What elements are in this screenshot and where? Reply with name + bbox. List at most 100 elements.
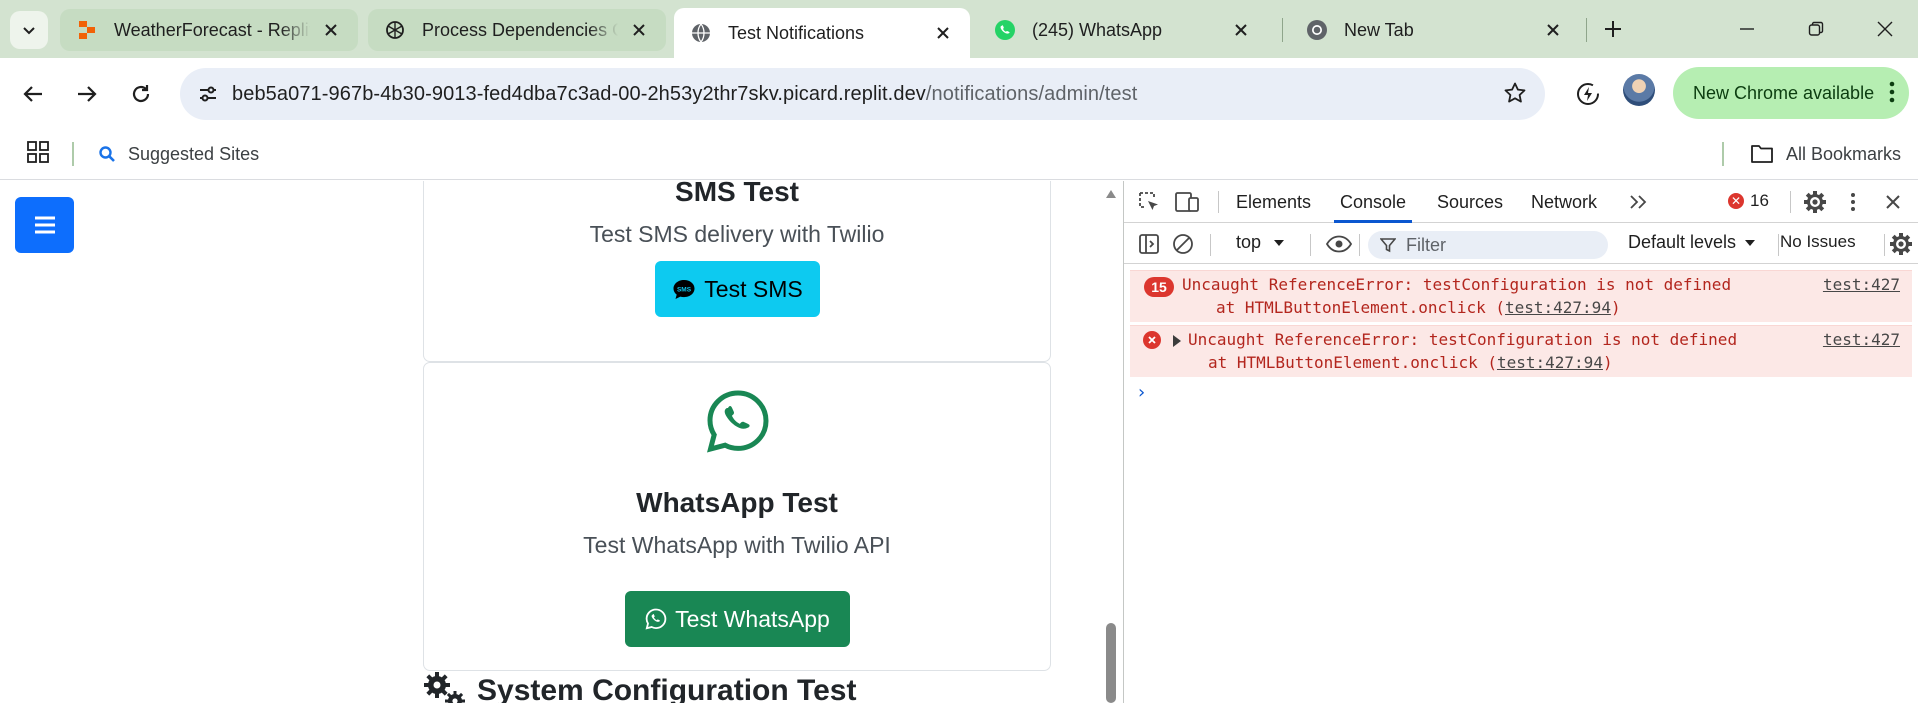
card-subtitle: Test SMS delivery with Twilio bbox=[589, 221, 885, 247]
expand-triangle-icon[interactable] bbox=[1173, 335, 1181, 347]
more-vert-icon[interactable] bbox=[1889, 81, 1895, 108]
url-path: /notifications/admin/test bbox=[925, 82, 1138, 105]
chrome-icon bbox=[1306, 19, 1328, 41]
page-viewport: SMS Test Test SMS delivery with Twilio S… bbox=[0, 181, 1104, 703]
performance-button[interactable] bbox=[1570, 76, 1606, 112]
bookmarks-divider bbox=[1722, 142, 1724, 166]
card-title: SMS Test bbox=[675, 181, 799, 207]
bookmark-star-icon[interactable] bbox=[1503, 81, 1527, 110]
devtools-tabbar: Elements Console Sources Network ✕ 16 bbox=[1124, 181, 1918, 223]
address-bar[interactable]: beb5a071-967b-4b30-9013-fed4dba7c3ad-00-… bbox=[180, 68, 1545, 120]
more-vert-icon[interactable] bbox=[1840, 189, 1866, 215]
console-error-message[interactable]: 15 Uncaught ReferenceError: testConfigur… bbox=[1130, 270, 1912, 322]
url-text: beb5a071-967b-4b30-9013-fed4dba7c3ad-00-… bbox=[232, 83, 1137, 106]
device-toolbar-icon[interactable] bbox=[1174, 189, 1200, 215]
console-filter-input[interactable]: Filter bbox=[1368, 231, 1608, 259]
console-prompt[interactable]: › bbox=[1136, 382, 1147, 403]
button-label: Test WhatsApp bbox=[675, 605, 830, 632]
toolbar-divider bbox=[1218, 191, 1219, 213]
new-chrome-available-button[interactable]: New Chrome available bbox=[1673, 67, 1909, 119]
tab-title: (245) WhatsApp bbox=[1032, 19, 1163, 40]
stack-link[interactable]: test:427:94 bbox=[1497, 353, 1603, 372]
bookmarks-bar: Suggested Sites All Bookmarks bbox=[0, 130, 1918, 180]
close-icon[interactable] bbox=[930, 20, 956, 46]
hamburger-menu-button[interactable] bbox=[15, 197, 74, 253]
replit-icon bbox=[76, 19, 98, 41]
tab-new-tab[interactable]: New Tab bbox=[1290, 9, 1580, 51]
error-icon: ✕ bbox=[1728, 193, 1744, 209]
stack-link[interactable]: test:427:94 bbox=[1505, 298, 1611, 317]
devtools-panel: Elements Console Sources Network ✕ 16 to… bbox=[1123, 181, 1918, 703]
error-icon bbox=[1143, 331, 1161, 349]
folder-icon bbox=[1751, 145, 1773, 163]
devtools-tab-sources[interactable]: Sources bbox=[1431, 189, 1509, 223]
repeat-count-badge: 15 bbox=[1144, 277, 1174, 297]
close-window-button[interactable] bbox=[1865, 12, 1905, 46]
test-whatsapp-button[interactable]: Test WhatsApp bbox=[625, 591, 850, 647]
update-label: New Chrome available bbox=[1693, 82, 1875, 103]
close-icon[interactable] bbox=[626, 17, 652, 43]
source-link[interactable]: test:427 bbox=[1823, 274, 1900, 296]
tab-test-notifications[interactable]: Test Notifications bbox=[674, 8, 970, 58]
stack-prefix: at HTMLButtonElement.onclick ( bbox=[1208, 353, 1497, 372]
more-tabs-icon[interactable] bbox=[1626, 189, 1652, 215]
settings-gear-icon[interactable] bbox=[1802, 189, 1828, 215]
devtools-tab-network[interactable]: Network bbox=[1525, 189, 1603, 223]
apps-grid-icon[interactable] bbox=[26, 140, 50, 169]
bookmark-label: All Bookmarks bbox=[1786, 143, 1902, 164]
toolbar-divider bbox=[1884, 234, 1885, 256]
tab-search-button[interactable] bbox=[10, 11, 48, 49]
site-info-icon[interactable] bbox=[184, 82, 232, 106]
gears-icon bbox=[424, 672, 465, 703]
card-subtitle: Test WhatsApp with Twilio API bbox=[583, 532, 891, 558]
test-sms-button[interactable]: SMS Test SMS bbox=[655, 261, 820, 317]
system-configuration-heading: System Configuration Test bbox=[423, 671, 856, 703]
close-icon[interactable] bbox=[1228, 17, 1254, 43]
minimize-button[interactable] bbox=[1727, 12, 1767, 46]
issues-button[interactable]: No Issues bbox=[1780, 232, 1856, 252]
whatsapp-icon bbox=[645, 608, 667, 630]
button-label: Test SMS bbox=[704, 275, 803, 302]
log-levels-dropdown[interactable]: Default levels bbox=[1628, 232, 1756, 253]
context-selector[interactable]: top bbox=[1236, 232, 1285, 253]
inspect-element-icon[interactable] bbox=[1136, 189, 1162, 215]
profile-avatar[interactable] bbox=[1623, 74, 1655, 106]
tab-weatherforecast[interactable]: WeatherForecast - Replit bbox=[60, 9, 358, 51]
error-count: 16 bbox=[1750, 191, 1769, 210]
sidebar-toggle-icon[interactable] bbox=[1136, 231, 1162, 257]
tab-whatsapp[interactable]: (245) WhatsApp bbox=[978, 9, 1268, 51]
error-counter[interactable]: ✕ 16 bbox=[1728, 191, 1769, 211]
close-icon[interactable] bbox=[1540, 17, 1566, 43]
issues-label: No Issues bbox=[1780, 232, 1856, 251]
tab-title: WeatherForecast - Replit bbox=[114, 19, 310, 40]
all-bookmarks-button[interactable]: All Bookmarks bbox=[1750, 139, 1901, 169]
tab-strip: WeatherForecast - Replit Process Depende… bbox=[0, 0, 1918, 58]
devtools-tab-elements[interactable]: Elements bbox=[1230, 189, 1317, 223]
context-label: top bbox=[1236, 232, 1262, 252]
tab-process-dependencies[interactable]: Process Dependencies On bbox=[368, 9, 666, 51]
page-scrollbar[interactable] bbox=[1100, 181, 1122, 703]
close-devtools-icon[interactable] bbox=[1880, 189, 1906, 215]
browser-toolbar: beb5a071-967b-4b30-9013-fed4dba7c3ad-00-… bbox=[0, 58, 1918, 130]
devtools-tab-console[interactable]: Console bbox=[1334, 189, 1413, 223]
filter-icon bbox=[1380, 238, 1396, 253]
reload-button[interactable] bbox=[123, 76, 159, 112]
close-icon[interactable] bbox=[318, 17, 344, 43]
new-tab-button[interactable] bbox=[1598, 14, 1628, 44]
restore-button[interactable] bbox=[1796, 12, 1836, 46]
dropdown-arrow-icon bbox=[1274, 239, 1285, 246]
console-error-message[interactable]: Uncaught ReferenceError: testConfigurati… bbox=[1130, 325, 1912, 377]
console-settings-gear-icon[interactable] bbox=[1888, 231, 1914, 257]
eye-icon[interactable] bbox=[1326, 231, 1352, 257]
back-button[interactable] bbox=[15, 76, 51, 112]
scrollbar-thumb[interactable] bbox=[1106, 623, 1116, 703]
arrow-right-icon bbox=[78, 86, 97, 102]
forward-button[interactable] bbox=[69, 76, 105, 112]
clear-console-icon[interactable] bbox=[1170, 231, 1196, 257]
url-host: beb5a071-967b-4b30-9013-fed4dba7c3ad-00-… bbox=[232, 82, 926, 105]
source-link[interactable]: test:427 bbox=[1823, 329, 1900, 351]
levels-label: Default levels bbox=[1628, 232, 1737, 252]
scroll-up-arrow-icon[interactable] bbox=[1105, 189, 1117, 199]
globe-icon bbox=[690, 22, 712, 44]
bookmark-suggested-sites[interactable]: Suggested Sites bbox=[98, 139, 259, 169]
